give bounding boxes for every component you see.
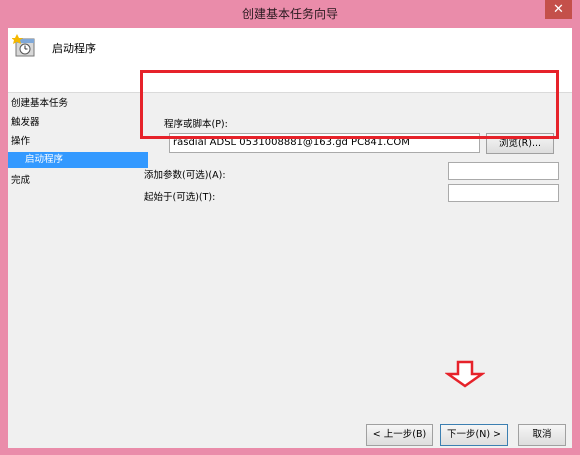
window-title: 创建基本任务向导 xyxy=(241,7,338,21)
close-button[interactable]: ✕ xyxy=(545,0,572,19)
nav-step-create-task[interactable]: 创建基本任务 xyxy=(11,96,68,112)
cancel-button[interactable]: 取消 xyxy=(518,424,566,446)
task-scheduler-icon xyxy=(12,34,35,57)
close-icon: ✕ xyxy=(553,2,564,17)
startin-label: 起始于(可选)(T): xyxy=(144,192,216,203)
nav-step-finish[interactable]: 完成 xyxy=(11,173,30,189)
startin-input[interactable] xyxy=(448,184,559,202)
nav-step-action[interactable]: 操作 xyxy=(11,134,30,150)
title-bar: 创建基本任务向导 ✕ xyxy=(0,0,580,28)
annotation-highlight-box xyxy=(140,70,559,139)
args-label: 添加参数(可选)(A): xyxy=(144,170,226,181)
annotation-arrow-icon xyxy=(445,360,485,388)
next-button[interactable]: 下一步(N) > xyxy=(440,424,508,446)
nav-step-start-program[interactable]: 启动程序 xyxy=(8,152,148,168)
args-input[interactable] xyxy=(448,162,559,180)
page-title: 启动程序 xyxy=(52,42,96,55)
nav-step-trigger[interactable]: 触发器 xyxy=(11,115,40,131)
back-button[interactable]: < 上一步(B) xyxy=(366,424,433,446)
wizard-steps-nav: 创建基本任务 触发器 操作 启动程序 完成 xyxy=(8,96,148,436)
